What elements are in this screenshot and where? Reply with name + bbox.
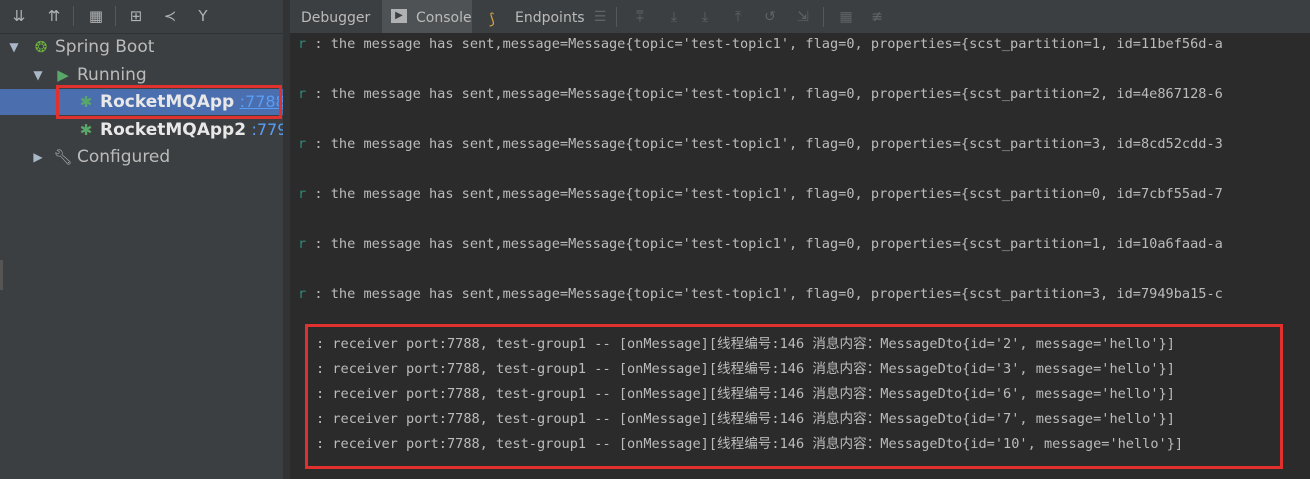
tree-item-rocketmqapp2[interactable]: ✱ RocketMQApp2 :7799/ [0,117,303,143]
tab-console[interactable]: ▶ Console [382,0,472,33]
services-panel: ⇊ ⇈ ▦ ⊞ ≺ Y ▼ ❂ Spring Boot ▼ ▶ Running … [0,0,303,479]
line-text: : the message has sent,message=Message{t… [306,36,1223,52]
add-service-icon[interactable]: ⊞ [126,6,146,26]
tree-item-label: Configured [77,147,171,167]
console-line: r : the message has sent,message=Message… [298,33,1223,55]
line-text: : the message has sent,message=Message{t… [306,186,1223,202]
line-text: : the message has sent,message=Message{t… [306,286,1223,302]
tab-label: Debugger [301,10,371,26]
show-execution-point-icon[interactable]: ⩱ [630,7,650,27]
console-line: r : the message has sent,message=Message… [298,233,1223,255]
evaluate-icon[interactable]: ▦ [836,7,856,27]
toolbar-divider [115,6,116,26]
tree-item-label: Spring Boot [55,37,155,57]
group-icon[interactable]: ▦ [86,6,106,26]
step-into-icon[interactable]: ⤓ [695,7,715,27]
collapse-all-icon[interactable]: ⇈ [44,6,64,26]
tab-debugger[interactable]: Debugger [290,0,382,33]
console-line: r : the message has sent,message=Message… [298,83,1223,105]
tree-item-configured[interactable]: ▶ 🔧︎ Configured [0,144,290,170]
console-icon: ▶ [391,9,407,23]
step-over-icon[interactable]: ⤓ [664,7,684,27]
tab-endpoints[interactable]: ⟆ Endpoints [482,0,585,33]
line-text: : the message has sent,message=Message{t… [306,136,1223,152]
line-prefix: r [298,236,307,252]
run-to-cursor-icon[interactable]: ⇲ [793,7,813,27]
services-toolbar: ⇊ ⇈ ▦ ⊞ ≺ Y [0,0,290,34]
toolbar-divider [823,7,824,27]
collapse-arrow-icon[interactable]: ▶ [31,144,45,170]
toolbar-divider [73,6,74,26]
highlight-box [56,85,282,119]
debug-bug-icon: ✱ [79,121,93,139]
console-line: r : the message has sent,message=Message… [298,183,1223,205]
filter-icon[interactable]: Y [193,6,213,26]
toolbar-divider [616,7,617,27]
panel-edge-handle[interactable] [0,260,3,290]
share-icon[interactable]: ≺ [160,6,180,26]
line-text: : the message has sent,message=Message{t… [306,86,1223,102]
console-line: r : the message has sent,message=Message… [298,283,1223,305]
run-icon: ▶ [57,66,69,84]
spring-boot-icon: ❂ [34,38,48,56]
expand-arrow-icon[interactable]: ▼ [31,62,45,88]
run-toolbar: Debugger ▶ Console ⟆ Endpoints ☰ ⩱ ⤓ ⤓ ⤒… [290,0,1310,34]
console-line: r : the message has sent,message=Message… [298,133,1223,155]
expand-arrow-icon[interactable]: ▼ [7,34,21,60]
panel-splitter[interactable] [283,0,290,479]
line-prefix: r [298,136,307,152]
tree-item-spring-boot[interactable]: ▼ ❂ Spring Boot [0,34,290,60]
line-prefix: r [298,86,307,102]
wrench-icon: 🔧︎ [53,148,73,166]
app-item-text: RocketMQApp2 :7799/ [100,117,303,143]
highlight-box [305,324,1283,469]
trace-icon[interactable]: ≢ [867,7,887,27]
drop-frame-icon[interactable]: ↺ [760,7,780,27]
app-name: RocketMQApp2 [100,120,247,140]
tab-label: Endpoints [515,10,585,26]
tab-label: Console [416,10,472,26]
line-prefix: r [298,286,307,302]
step-out-icon[interactable]: ⤒ [728,7,748,27]
line-prefix: r [298,36,307,52]
endpoints-icon: ⟆ [489,10,495,28]
line-prefix: r [298,186,307,202]
line-text: : the message has sent,message=Message{t… [306,236,1223,252]
expand-all-icon[interactable]: ⇊ [9,6,29,26]
menu-icon[interactable]: ☰ [590,7,610,27]
